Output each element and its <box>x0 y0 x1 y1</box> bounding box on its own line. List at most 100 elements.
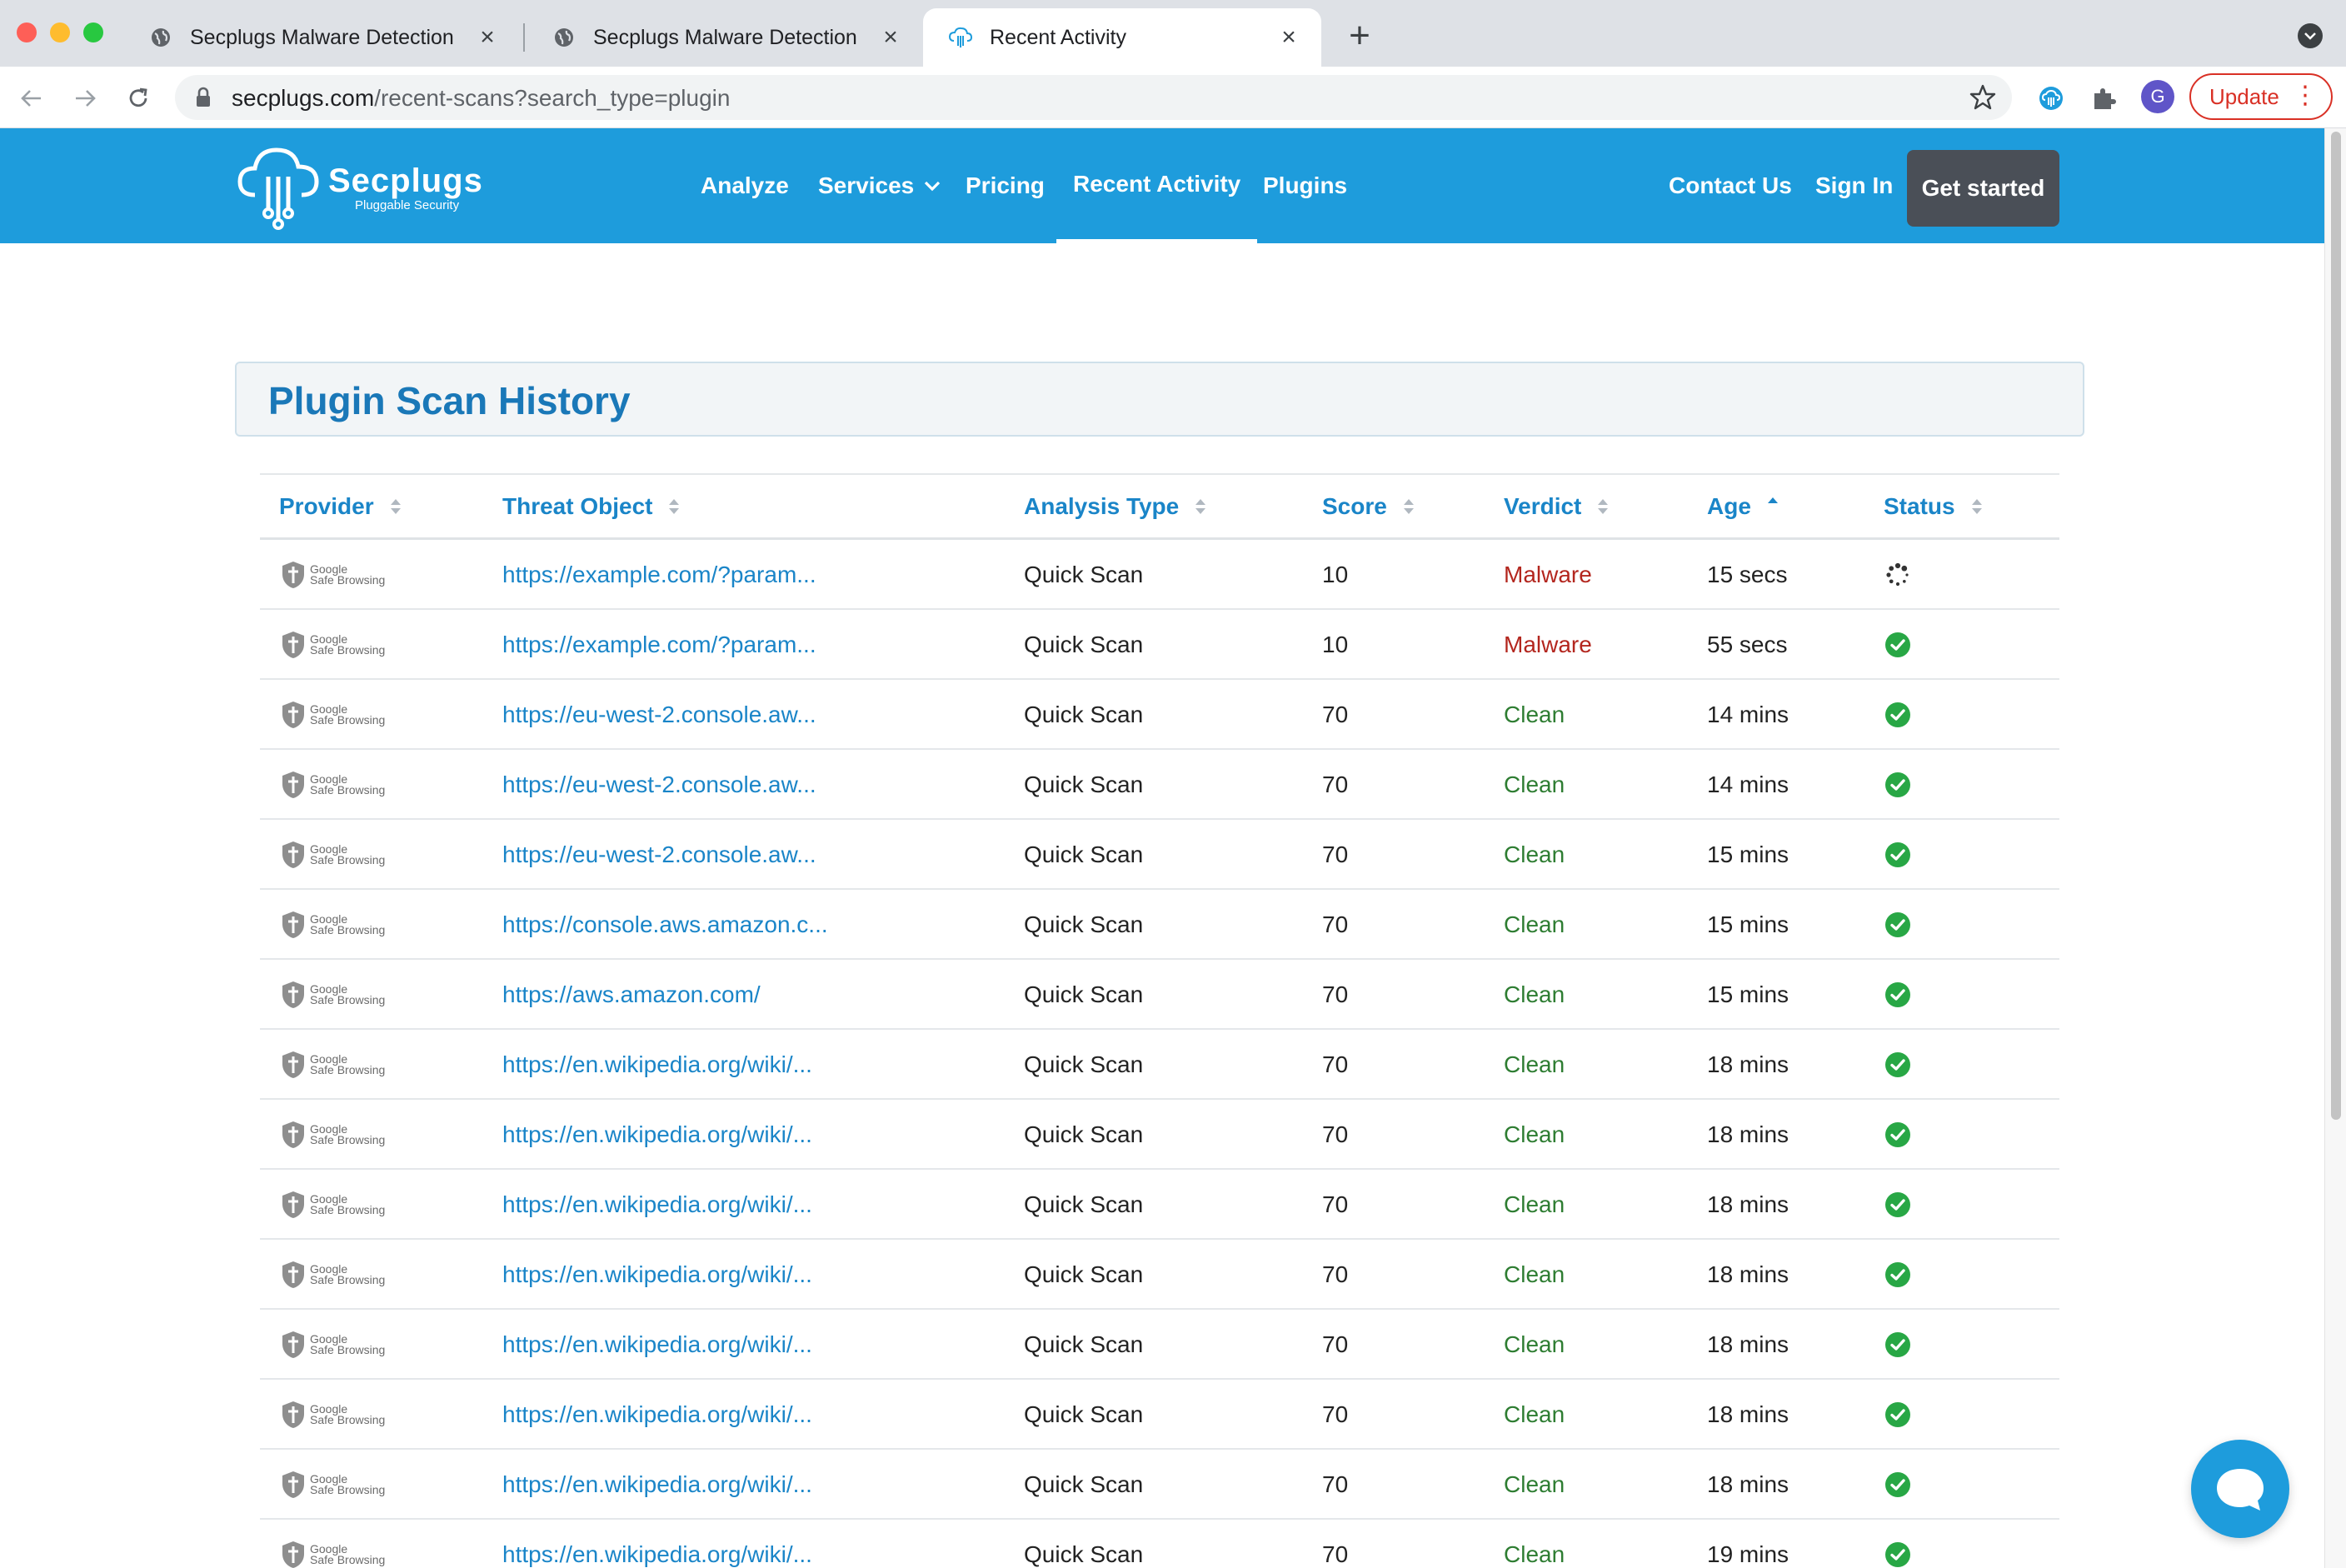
age-value: 15 mins <box>1707 911 1789 937</box>
forward-button[interactable] <box>68 82 102 115</box>
provider-name: Google Safe Browsing <box>310 1053 385 1076</box>
table-row: Google Safe Browsing https://eu-west-2.con… <box>260 750 2059 820</box>
new-tab-button[interactable]: + <box>1341 15 1378 57</box>
get-started-button[interactable]: Get started <box>1907 150 2059 227</box>
analysis-type: Quick Scan <box>1024 1401 1144 1427</box>
browser-tab-2[interactable]: Secplugs Malware Detection × <box>527 8 923 67</box>
threat-object-link[interactable]: https://en.wikipedia.org/wiki/... <box>502 1520 812 1568</box>
threat-object-link[interactable]: https://example.com/?param... <box>502 540 816 610</box>
col-age[interactable]: Age <box>1707 493 1779 520</box>
page-title: Plugin Scan History <box>268 379 631 422</box>
threat-object-link[interactable]: https://en.wikipedia.org/wiki/... <box>502 1310 812 1380</box>
table-row: Google Safe Browsing https://en.wikipedia.… <box>260 1030 2059 1100</box>
provider-logo: Google Safe Browsing <box>280 1450 385 1520</box>
logo-tagline: Pluggable Security <box>355 197 460 212</box>
provider-line-2: Safe Browsing <box>310 1483 386 1496</box>
analysis-type: Quick Scan <box>1024 632 1144 657</box>
nav-services[interactable]: Services <box>818 128 941 243</box>
window-close-button[interactable] <box>17 22 37 42</box>
address-bar[interactable]: secplugs.com/recent-scans?search_type=pl… <box>175 75 2012 120</box>
nav-sign-in[interactable]: Sign In <box>1815 128 1893 243</box>
analysis-type: Quick Scan <box>1024 562 1144 587</box>
google-safe-browsing-shield-icon <box>280 630 307 660</box>
provider-logo: Google Safe Browsing <box>280 680 385 750</box>
threat-object-link[interactable]: https://en.wikipedia.org/wiki/... <box>502 1240 812 1310</box>
threat-object-link[interactable]: https://en.wikipedia.org/wiki/... <box>502 1030 812 1100</box>
window-minimize-button[interactable] <box>50 22 70 42</box>
chevron-down-icon <box>924 180 941 192</box>
chat-bubble-icon[interactable] <box>2191 1440 2289 1538</box>
provider-logo: Google Safe Browsing <box>280 1240 385 1310</box>
analysis-type: Quick Scan <box>1024 981 1144 1007</box>
browser-tab-1[interactable]: Secplugs Malware Detection × <box>123 8 520 67</box>
scrollbar-thumb[interactable] <box>2331 132 2341 1120</box>
google-safe-browsing-shield-icon <box>280 770 307 800</box>
google-safe-browsing-shield-icon <box>280 1050 307 1080</box>
google-safe-browsing-shield-icon <box>280 910 307 940</box>
google-safe-browsing-shield-icon <box>280 700 307 730</box>
col-analysis-type[interactable]: Analysis Type <box>1024 493 1207 520</box>
browser-tab-strip: Secplugs Malware Detection × Secplugs Ma… <box>0 0 2346 67</box>
close-icon[interactable]: × <box>878 23 903 52</box>
nav-contact-us[interactable]: Contact Us <box>1669 128 1792 243</box>
bookmark-star-icon[interactable] <box>1969 83 1997 116</box>
threat-object-link[interactable]: https://aws.amazon.com/ <box>502 960 761 1030</box>
reload-button[interactable] <box>122 82 155 115</box>
extensions-puzzle-icon[interactable] <box>2088 82 2121 115</box>
browser-update-button[interactable]: Update ⋮ <box>2189 73 2333 120</box>
provider-name: Google Safe Browsing <box>310 913 385 936</box>
nav-analyze[interactable]: Analyze <box>701 128 789 243</box>
score-value: 70 <box>1322 1261 1349 1287</box>
threat-object-link[interactable]: https://eu-west-2.console.aw... <box>502 750 816 820</box>
provider-line-2: Safe Browsing <box>310 1133 386 1146</box>
provider-name: Google Safe Browsing <box>310 983 385 1006</box>
age-value: 15 mins <box>1707 981 1789 1007</box>
col-threat-object[interactable]: Threat Object <box>502 493 681 520</box>
threat-object-link[interactable]: https://en.wikipedia.org/wiki/... <box>502 1100 812 1170</box>
sort-ascending-icon <box>1766 495 1779 505</box>
secplugs-logo[interactable]: Secplugs Pluggable Security <box>237 143 483 232</box>
provider-name: Google Safe Browsing <box>310 633 385 656</box>
lock-icon[interactable] <box>195 87 212 112</box>
col-verdict[interactable]: Verdict <box>1504 493 1610 520</box>
threat-object-link[interactable]: https://en.wikipedia.org/wiki/... <box>502 1170 812 1240</box>
back-button[interactable] <box>15 82 48 115</box>
browser-tab-3[interactable]: Recent Activity × <box>923 8 1321 67</box>
secplugs-extension-icon[interactable] <box>2034 82 2068 115</box>
google-safe-browsing-shield-icon <box>280 1330 307 1360</box>
status-check-icon <box>1884 890 1911 960</box>
status-check-icon <box>1884 1450 1911 1520</box>
verdict-value: Malware <box>1504 562 1592 587</box>
table-row: Google Safe Browsing https://example.com/?… <box>260 540 2059 610</box>
kebab-menu-icon[interactable]: ⋮ <box>2293 83 2318 108</box>
nav-plugins[interactable]: Plugins <box>1263 128 1347 243</box>
col-status[interactable]: Status <box>1884 493 1984 520</box>
provider-logo: Google Safe Browsing <box>280 750 385 820</box>
threat-object-link[interactable]: https://eu-west-2.console.aw... <box>502 820 816 890</box>
profile-avatar[interactable]: G <box>2141 80 2174 113</box>
col-label: Age <box>1707 493 1751 519</box>
table-row: Google Safe Browsing https://aws.amazon.co… <box>260 960 2059 1030</box>
table-row: Google Safe Browsing https://example.com/?… <box>260 610 2059 680</box>
tab-search-icon[interactable] <box>2298 23 2323 48</box>
close-icon[interactable]: × <box>475 23 500 52</box>
threat-object-link[interactable]: https://eu-west-2.console.aw... <box>502 680 816 750</box>
threat-object-link[interactable]: https://console.aws.amazon.c... <box>502 890 828 960</box>
google-safe-browsing-shield-icon <box>280 1120 307 1150</box>
page-scrollbar[interactable] <box>2324 128 2346 1568</box>
threat-object-link[interactable]: https://en.wikipedia.org/wiki/... <box>502 1450 812 1520</box>
close-icon[interactable]: × <box>1276 23 1301 52</box>
nav-recent-activity[interactable]: Recent Activity <box>1056 128 1258 243</box>
provider-name: Google Safe Browsing <box>310 1543 386 1566</box>
nav-pricing[interactable]: Pricing <box>966 128 1045 243</box>
col-provider[interactable]: Provider <box>279 493 402 520</box>
provider-line-2: Safe Browsing <box>310 1553 386 1566</box>
provider-logo: Google Safe Browsing <box>280 1520 385 1568</box>
col-label: Score <box>1322 493 1387 519</box>
provider-logo: Google Safe Browsing <box>280 610 385 680</box>
score-value: 70 <box>1322 1121 1349 1147</box>
threat-object-link[interactable]: https://en.wikipedia.org/wiki/... <box>502 1380 812 1450</box>
col-score[interactable]: Score <box>1322 493 1415 520</box>
threat-object-link[interactable]: https://example.com/?param... <box>502 610 816 680</box>
window-zoom-button[interactable] <box>83 22 103 42</box>
